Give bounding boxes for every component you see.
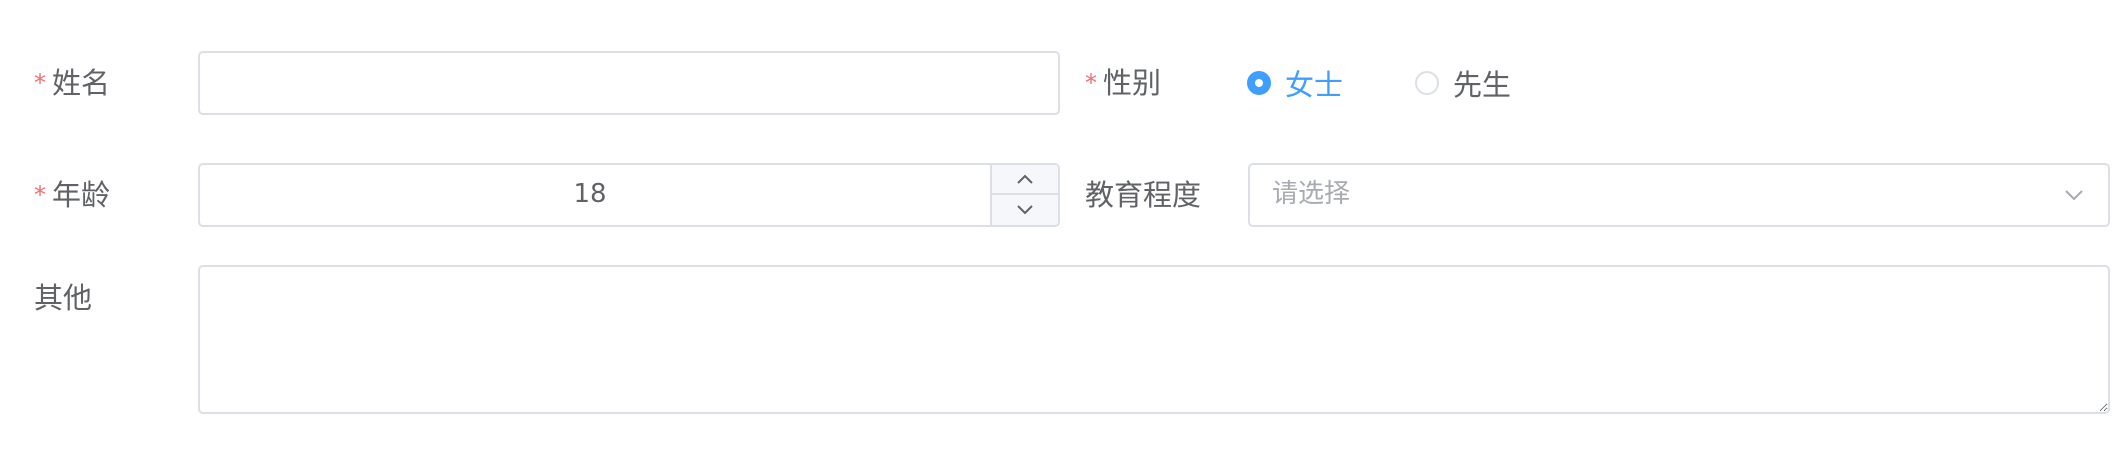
radio-checked-icon xyxy=(1247,71,1271,95)
age-stepper[interactable]: 18 xyxy=(198,163,1060,227)
name-label-text: 姓名 xyxy=(52,66,111,100)
education-placeholder: 请选择 xyxy=(1272,179,1351,209)
age-label-text: 年龄 xyxy=(52,178,111,212)
age-increase-button[interactable] xyxy=(992,165,1058,195)
gender-label-text: 性别 xyxy=(1103,66,1162,100)
chevron-down-icon xyxy=(1017,205,1033,215)
education-label-text: 教育程度 xyxy=(1085,178,1202,212)
education-select[interactable]: 请选择 xyxy=(1248,163,2110,227)
name-required-mark: * xyxy=(34,69,46,97)
gender-label: * 性别 xyxy=(1085,63,1161,105)
education-label: 教育程度 xyxy=(1085,175,1201,215)
age-value[interactable]: 18 xyxy=(200,165,980,225)
gender-radio-female-label: 女士 xyxy=(1285,68,1344,102)
chevron-up-icon xyxy=(1017,174,1033,184)
age-decrease-button[interactable] xyxy=(992,195,1058,225)
name-input[interactable] xyxy=(198,51,1060,115)
gender-radio-male-label: 先生 xyxy=(1453,68,1512,102)
age-required-mark: * xyxy=(34,181,46,209)
gender-required-mark: * xyxy=(1085,69,1097,97)
chevron-down-icon xyxy=(2065,190,2083,201)
gender-radio-female[interactable]: 女士 xyxy=(1247,63,1343,103)
other-textarea[interactable] xyxy=(198,265,2110,414)
age-stepper-controls xyxy=(990,165,1058,225)
other-label: 其他 xyxy=(34,278,92,318)
other-label-text: 其他 xyxy=(34,281,93,315)
radio-unchecked-icon xyxy=(1415,71,1439,95)
name-label: * 姓名 xyxy=(34,63,110,105)
gender-radio-male[interactable]: 先生 xyxy=(1415,63,1511,103)
age-label: * 年龄 xyxy=(34,175,110,217)
